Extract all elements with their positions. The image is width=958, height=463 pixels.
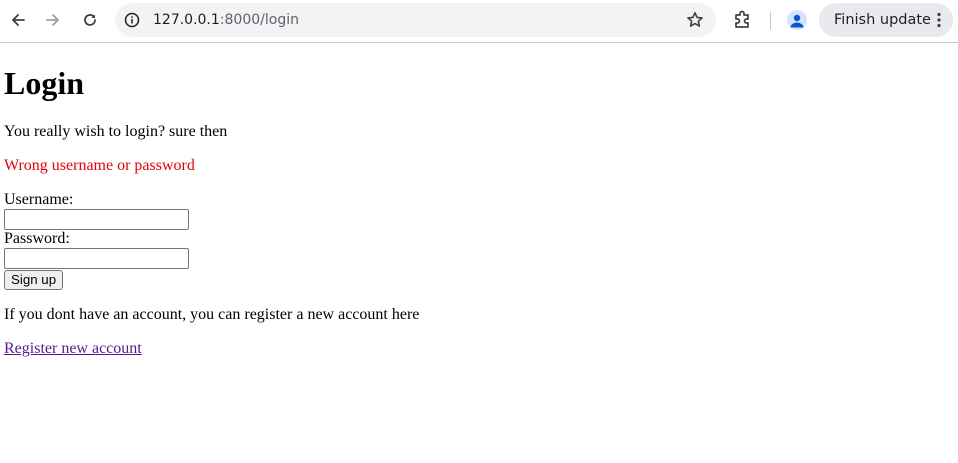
bookmark-star-icon[interactable] [686,11,704,29]
back-arrow-icon [12,14,25,26]
finish-update-button[interactable]: Finish update [819,3,953,37]
password-label: Password: [4,230,70,247]
address-bar[interactable]: 127.0.0.1:8000/login [115,3,716,37]
finish-update-label: Finish update [834,12,931,28]
password-input[interactable] [4,248,189,269]
person-icon [790,14,804,28]
error-message: Wrong username or password [4,157,195,174]
username-label: Username: [4,191,74,208]
forward-arrow-icon [46,14,59,26]
login-form: Username: Password: Sign up [4,191,954,290]
url-path: :8000/login [219,12,299,28]
url-text[interactable]: 127.0.0.1:8000/login [153,3,299,37]
site-info-icon[interactable] [124,12,140,28]
sign-up-button[interactable]: Sign up [4,270,64,290]
reload-button[interactable] [77,6,103,34]
url-host: 127.0.0.1 [153,12,220,28]
browser-toolbar: 127.0.0.1:8000/login Finish update [0,0,958,43]
page-content: Login You really wish to login? sure the… [0,44,958,374]
register-link[interactable]: Register new account [4,340,142,357]
register-hint: If you dont have an account, you can reg… [4,306,420,323]
extensions-puzzle-icon[interactable] [732,8,754,30]
username-input[interactable] [4,209,189,230]
reload-icon [84,14,96,26]
page-title: Login [4,65,85,101]
intro-text: You really wish to login? sure then [4,123,228,140]
profile-avatar-icon[interactable] [787,10,807,30]
forward-button[interactable] [40,6,66,34]
more-vertical-icon [937,12,941,28]
back-button[interactable] [5,6,31,34]
toolbar-separator [770,12,771,30]
